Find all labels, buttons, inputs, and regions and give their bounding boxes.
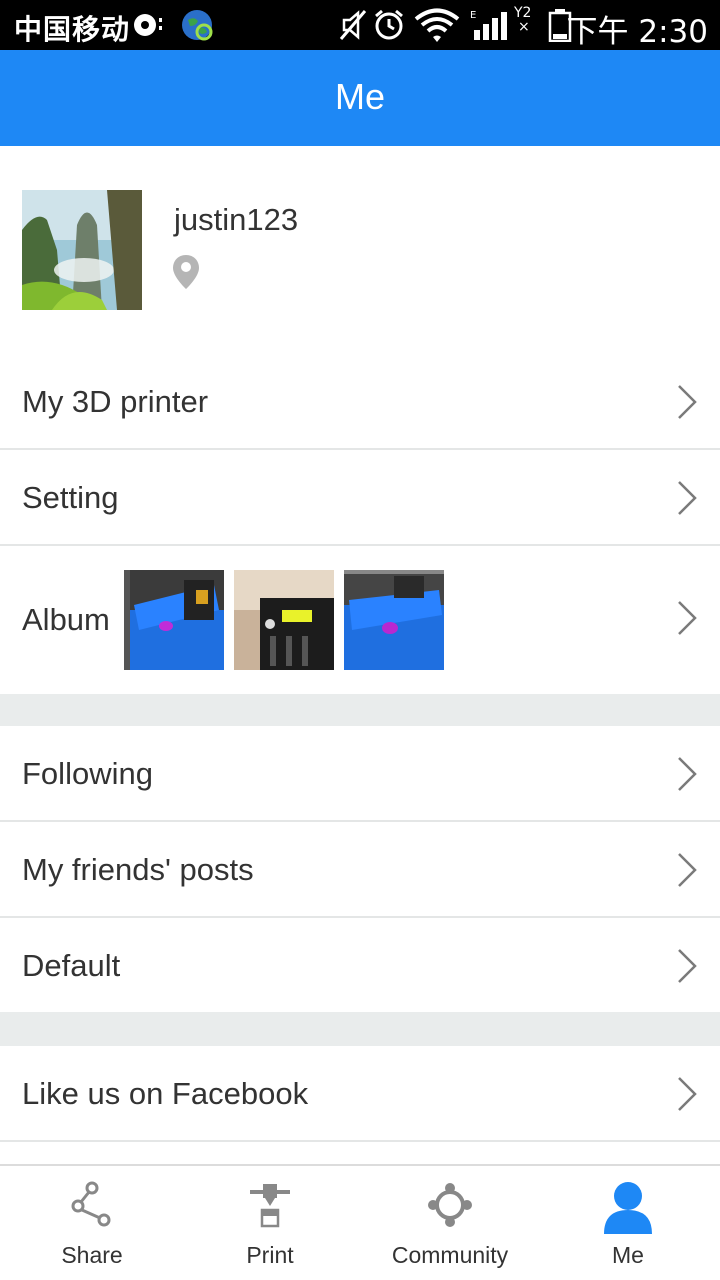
album-thumbnail[interactable]	[124, 570, 224, 670]
clock: 下午 2:30	[566, 14, 708, 50]
network-type-icon: Y2 ×	[514, 5, 532, 35]
chevron-right-icon	[676, 600, 698, 641]
menu-item-default[interactable]: Default	[0, 918, 720, 1012]
chevron-right-icon	[676, 756, 698, 797]
svg-text:E: E	[470, 10, 476, 21]
menu-item-label: Album	[22, 602, 110, 637]
chevron-right-icon	[676, 852, 698, 893]
avatar[interactable]	[22, 190, 142, 310]
page-title: Me	[334, 76, 385, 117]
menu-item-facebook[interactable]: Like us on Facebook	[0, 1046, 720, 1142]
community-icon	[360, 1180, 540, 1240]
section-divider	[0, 694, 720, 726]
nav-item-me[interactable]: Me	[538, 1166, 718, 1280]
section-divider	[0, 1012, 720, 1046]
menu-item-label: Setting	[22, 480, 119, 515]
signal-icon: E	[470, 8, 510, 47]
menu-item-following[interactable]: Following	[0, 726, 720, 822]
chevron-right-icon	[676, 480, 698, 521]
sd-card-icon	[132, 12, 166, 43]
menu-item-label: My 3D printer	[22, 384, 209, 419]
nav-item-community[interactable]: Community	[360, 1166, 540, 1280]
nav-label: Share	[61, 1242, 123, 1268]
person-icon	[538, 1180, 718, 1240]
menu-item-my-3d-printer[interactable]: My 3D printer	[0, 352, 720, 450]
menu-item-label: Like us on Facebook	[22, 1076, 309, 1111]
app-header: Me	[0, 50, 720, 146]
nav-item-print[interactable]: Print	[180, 1166, 360, 1280]
album-thumbnail[interactable]	[344, 570, 444, 670]
printer-nozzle-icon	[180, 1180, 360, 1240]
globe-sync-icon	[180, 8, 214, 47]
nav-item-share[interactable]: Share	[2, 1166, 182, 1280]
nav-label: Community	[391, 1242, 509, 1268]
carrier-name: 中国移动	[14, 13, 131, 46]
menu-item-album[interactable]: Album	[0, 546, 720, 694]
username: justin123	[174, 202, 299, 237]
bottom-nav: Share Print Community Me	[0, 1164, 720, 1280]
menu-item-setting[interactable]: Setting	[0, 450, 720, 546]
menu-item-friends-posts[interactable]: My friends' posts	[0, 822, 720, 918]
share-icon	[2, 1180, 182, 1240]
album-thumbnail[interactable]	[234, 570, 334, 670]
alarm-icon	[372, 8, 406, 47]
menu-item-label: Default	[22, 948, 121, 983]
location-pin-icon	[172, 254, 200, 295]
profile-section[interactable]: justin123	[0, 146, 720, 352]
status-bar: 中国移动 E Y2 × 下午 2:30	[0, 0, 720, 50]
mute-icon	[338, 8, 368, 47]
nav-label: Print	[246, 1242, 294, 1268]
chevron-right-icon	[676, 1076, 698, 1117]
chevron-right-icon	[676, 384, 698, 425]
nav-label: Me	[612, 1242, 644, 1268]
chevron-right-icon	[676, 948, 698, 989]
wifi-icon	[414, 8, 460, 49]
menu-item-label: My friends' posts	[22, 852, 254, 887]
menu-item-label: Following	[22, 756, 153, 791]
